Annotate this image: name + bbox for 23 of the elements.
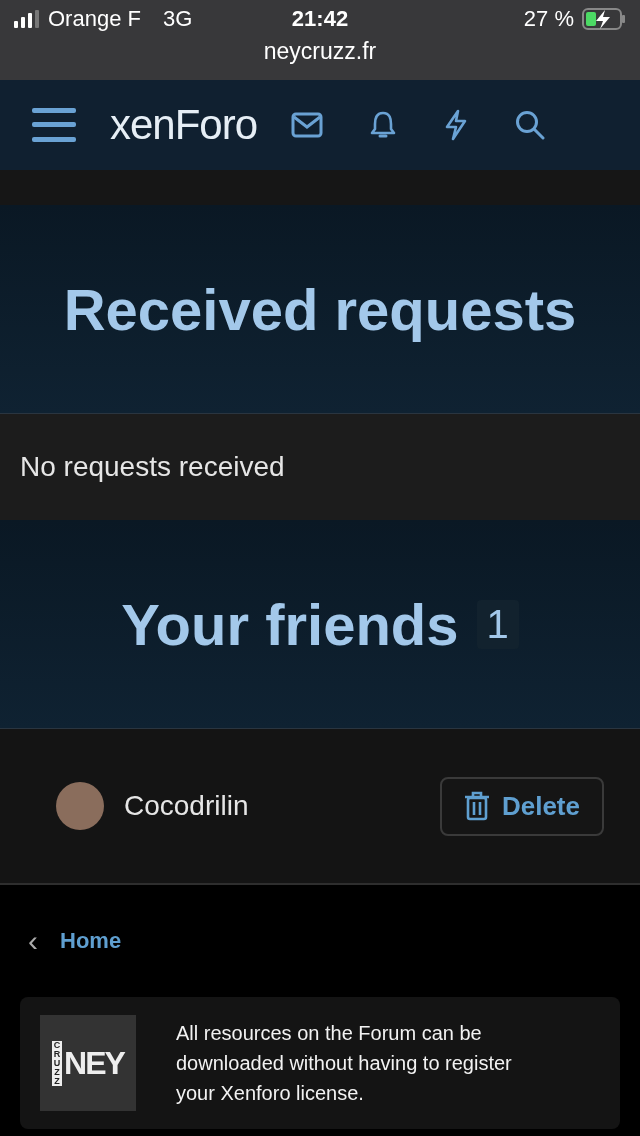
trash-icon [463, 791, 490, 821]
back-caret[interactable]: ‹ [28, 924, 38, 958]
url-text[interactable]: neycruzz.fr [14, 38, 626, 65]
clock: 21:42 [291, 6, 349, 32]
carrier-name: Orange F [48, 6, 141, 32]
menu-icon[interactable] [32, 108, 76, 142]
section-title: Received requests [63, 275, 577, 343]
signal-icon [14, 10, 40, 28]
friend-name[interactable]: Cocodrilin [124, 790, 440, 822]
search-icon[interactable] [515, 110, 546, 140]
section-title: Your friends [121, 590, 459, 658]
network-type: 3G [162, 6, 193, 32]
bell-icon[interactable] [369, 110, 398, 140]
notice-text: All resources on the Forum can be downloaded without having to register your Xenforo license. [176, 1021, 513, 1106]
avatar[interactable] [56, 782, 104, 830]
delete-button[interactable]: Delete [439, 776, 604, 836]
friend-count-badge: 1 [476, 599, 519, 649]
mail-icon[interactable] [291, 112, 324, 138]
breadcrumb-link[interactable]: Home [60, 928, 122, 954]
site-logo[interactable]: xenForo [110, 101, 258, 149]
battery-percent: 27 % [523, 6, 574, 32]
battery-charging-icon [582, 8, 626, 30]
empty-message: No requests received [20, 451, 285, 483]
